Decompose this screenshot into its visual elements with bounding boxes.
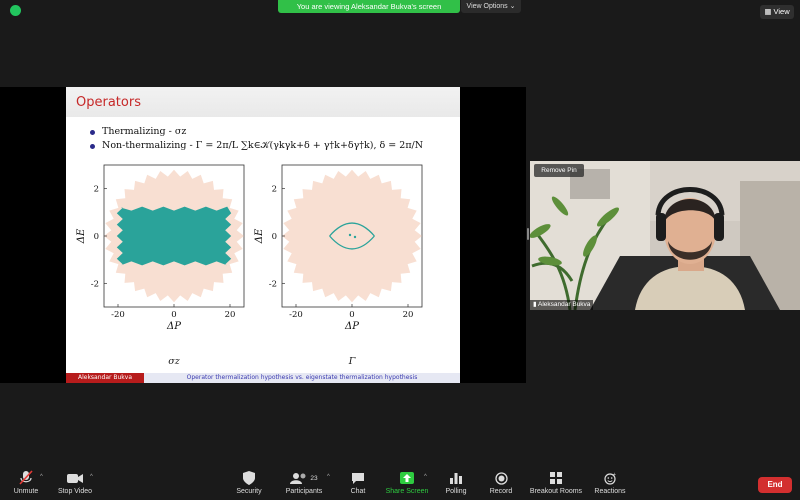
- bar-chart-icon: [450, 473, 462, 484]
- view-options-button[interactable]: View Options ⌄: [461, 0, 521, 13]
- y-axis-label: ΔE: [76, 228, 87, 244]
- participants-icon: [290, 473, 306, 484]
- y-tick-label: 0: [94, 232, 99, 242]
- smiley-plus-icon: +: [603, 472, 616, 485]
- polling-button[interactable]: Polling: [441, 470, 471, 500]
- record-icon: [494, 471, 508, 485]
- y-tick-label: -2: [269, 279, 277, 289]
- plots-figure: -20 0 2020-2ΔPΔEσz-20 0 2020-2ΔPΔEΓ: [76, 164, 423, 367]
- share-screen-icon: [400, 472, 414, 484]
- participant-name: Aleksandar Bukva: [538, 301, 591, 308]
- x-tick-label: -20: [111, 310, 125, 320]
- presentation-slide: Operators Thermalizing - σz Non-thermali…: [66, 87, 460, 383]
- record-button[interactable]: Record: [486, 470, 516, 500]
- viewing-banner: You are viewing Aleksandar Bukva's scree…: [278, 0, 460, 13]
- view-button[interactable]: ▦ View: [760, 5, 794, 19]
- security-button[interactable]: Security: [232, 470, 266, 500]
- x-tick-label: 20: [403, 310, 414, 320]
- y-tick-label: -2: [91, 279, 99, 289]
- top-bar: You are viewing Aleksandar Bukva's scree…: [0, 0, 800, 22]
- chat-bubble-icon: [352, 472, 364, 484]
- view-button-label: View: [773, 7, 790, 16]
- x-tick-label: 20: [225, 310, 236, 320]
- scatter-region-background: [282, 169, 422, 303]
- x-axis-label: ΔP: [166, 321, 181, 332]
- x-tick-label: 0: [349, 310, 354, 320]
- end-meeting-button[interactable]: End: [758, 477, 792, 493]
- breakout-rooms-icon: [550, 472, 562, 484]
- participant-video[interactable]: [530, 161, 800, 310]
- scatter-point: [353, 235, 357, 239]
- chat-button[interactable]: Chat: [344, 470, 372, 500]
- x-axis-label: ΔP: [344, 321, 359, 332]
- breakout-rooms-button[interactable]: Breakout Rooms: [528, 470, 584, 500]
- video-options-caret-icon[interactable]: ^: [90, 474, 93, 480]
- plot-caption: σz: [168, 356, 180, 367]
- microphone-muted-icon: [19, 470, 33, 485]
- y-tick-label: 2: [94, 185, 99, 195]
- footer-author: Aleksandar Bukva: [66, 373, 144, 383]
- meeting-toolbar: Unmute ^ Stop Video ^ Security 23 Partic…: [0, 470, 800, 500]
- svg-text:+: +: [613, 472, 616, 478]
- scatter-region-thermalizing: [116, 206, 232, 266]
- plot-caption: Γ: [348, 356, 356, 367]
- y-tick-label: 2: [272, 185, 277, 195]
- video-camera-icon: [67, 474, 83, 483]
- x-tick-label: -20: [289, 310, 303, 320]
- footer-title: Operator thermalization hypothesis vs. e…: [144, 373, 460, 383]
- x-tick-label: 0: [171, 310, 176, 320]
- y-tick-label: 0: [272, 232, 277, 242]
- y-axis-label: ΔE: [254, 228, 265, 244]
- reactions-button[interactable]: + Reactions: [592, 470, 628, 500]
- resize-handle[interactable]: [527, 228, 529, 240]
- audio-options-caret-icon[interactable]: ^: [40, 474, 43, 480]
- video-frame-image: [530, 161, 800, 310]
- participants-count: 23: [310, 474, 318, 482]
- participant-name-tag: ▮ Aleksandar Bukva: [530, 300, 594, 310]
- participants-button[interactable]: 23 Participants: [282, 470, 326, 500]
- security-shield-icon[interactable]: [10, 5, 21, 16]
- slide-footer: Aleksandar Bukva Operator thermalization…: [66, 373, 460, 383]
- remove-pin-button[interactable]: Remove Pin: [534, 164, 584, 177]
- share-options-caret-icon[interactable]: ^: [424, 474, 427, 480]
- scatter-point: [348, 233, 352, 237]
- participants-caret-icon[interactable]: ^: [327, 474, 330, 480]
- signal-icon: ▮: [533, 301, 537, 308]
- shield-icon: [243, 471, 255, 485]
